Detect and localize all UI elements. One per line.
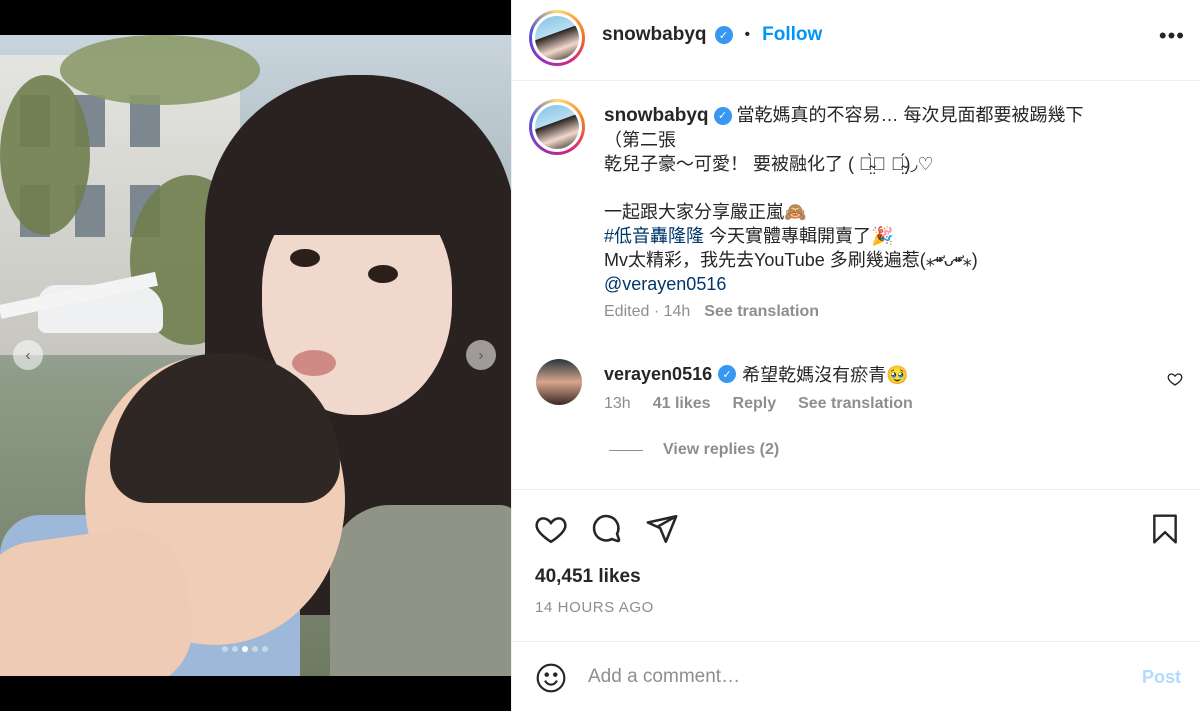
previous-slide-button[interactable]: ‹	[13, 340, 43, 370]
likes-count[interactable]: 40,451 likes	[535, 566, 641, 588]
post-photo	[0, 35, 511, 676]
see-translation-button[interactable]: See translation	[704, 303, 819, 321]
add-comment-bar: Post	[512, 641, 1200, 711]
verified-badge-icon: ✓	[714, 26, 733, 44]
carousel-dots	[222, 646, 268, 652]
caption-avatar[interactable]	[529, 99, 585, 155]
more-options-icon[interactable]: •••	[1159, 25, 1185, 47]
verified-badge-icon: ✓	[713, 107, 732, 126]
caption-text-line6: Mv太精彩，我先去YouTube 多刷幾遍惹(⁎⁍̴̛ᴗ⁍̴̛⁎)	[604, 250, 978, 270]
carousel-dot	[252, 646, 258, 652]
caption-text-line3: 乾兒子豪～可愛！ 要被融化了 ( ఠ̴̤̀⌣ ఠ̴̤́)◞♡	[604, 154, 934, 174]
commenter-username[interactable]: verayen0516	[604, 364, 712, 385]
emoji-face-icon[interactable]	[535, 662, 567, 699]
carousel-dot	[242, 646, 248, 652]
reply-button[interactable]: Reply	[733, 395, 777, 413]
post-header: snowbabyq ✓ • Follow •••	[512, 0, 1200, 81]
paper-plane-icon[interactable]	[645, 512, 679, 551]
post-comment-button[interactable]: Post	[1142, 667, 1181, 688]
comment-like-heart-icon[interactable]	[1167, 371, 1183, 392]
next-slide-button[interactable]: ›	[466, 340, 496, 370]
post-time-ago: 14 HOURS AGO	[535, 599, 654, 616]
view-replies-label: View replies (2)	[663, 441, 780, 458]
post-details-pane: snowbabyq ✓ • Follow ••• snowbabyq ✓ 當乾媽…	[511, 0, 1200, 711]
chevron-right-icon: ›	[478, 346, 484, 364]
carousel-dot	[262, 646, 268, 652]
action-bar: 40,451 likes 14 HOURS AGO	[512, 489, 1200, 640]
comment-likes[interactable]: 41 likes	[653, 395, 711, 413]
caption-text-line4: 一起跟大家分享嚴正嵐🙈	[604, 202, 807, 222]
heart-icon[interactable]	[534, 512, 568, 551]
verified-badge-icon: ✓	[718, 365, 737, 383]
commenter-avatar[interactable]	[536, 359, 582, 405]
comment-bubble-icon[interactable]	[590, 512, 624, 551]
comment-see-translation-button[interactable]: See translation	[798, 395, 913, 413]
caption-text-line1: 當乾媽真的不容易… 每次見面都要被踢幾下	[736, 105, 1084, 125]
separator-dot: •	[744, 26, 751, 43]
comment-time: 13h	[604, 395, 631, 412]
hashtag-link[interactable]: #低音轟隆隆	[604, 226, 704, 246]
edited-timestamp: Edited · 14h	[604, 303, 691, 320]
media-pane: ‹ ›	[0, 0, 511, 711]
chevron-left-icon: ‹	[25, 346, 31, 364]
view-replies-button[interactable]: View replies (2)	[609, 441, 779, 459]
comment-text: 希望乾媽沒有瘀青🥹	[742, 365, 909, 385]
caption-text-line2: （第二張	[604, 130, 676, 150]
author-username[interactable]: snowbabyq	[602, 24, 707, 46]
carousel-dot	[232, 646, 238, 652]
follow-button[interactable]: Follow	[762, 24, 822, 46]
author-avatar[interactable]	[529, 10, 585, 66]
caption-text-line5: 今天實體專輯開賣了🎉	[704, 226, 894, 246]
bookmark-icon[interactable]	[1149, 512, 1181, 551]
comment-input[interactable]	[588, 660, 1108, 694]
mention-link[interactable]: @verayen0516	[604, 272, 1164, 296]
caption-username[interactable]: snowbabyq	[604, 105, 709, 126]
carousel-dot	[222, 646, 228, 652]
post-dialog: ‹ › snowbabyq ✓ • Follow ••• snowbabyq ✓	[0, 0, 1200, 711]
